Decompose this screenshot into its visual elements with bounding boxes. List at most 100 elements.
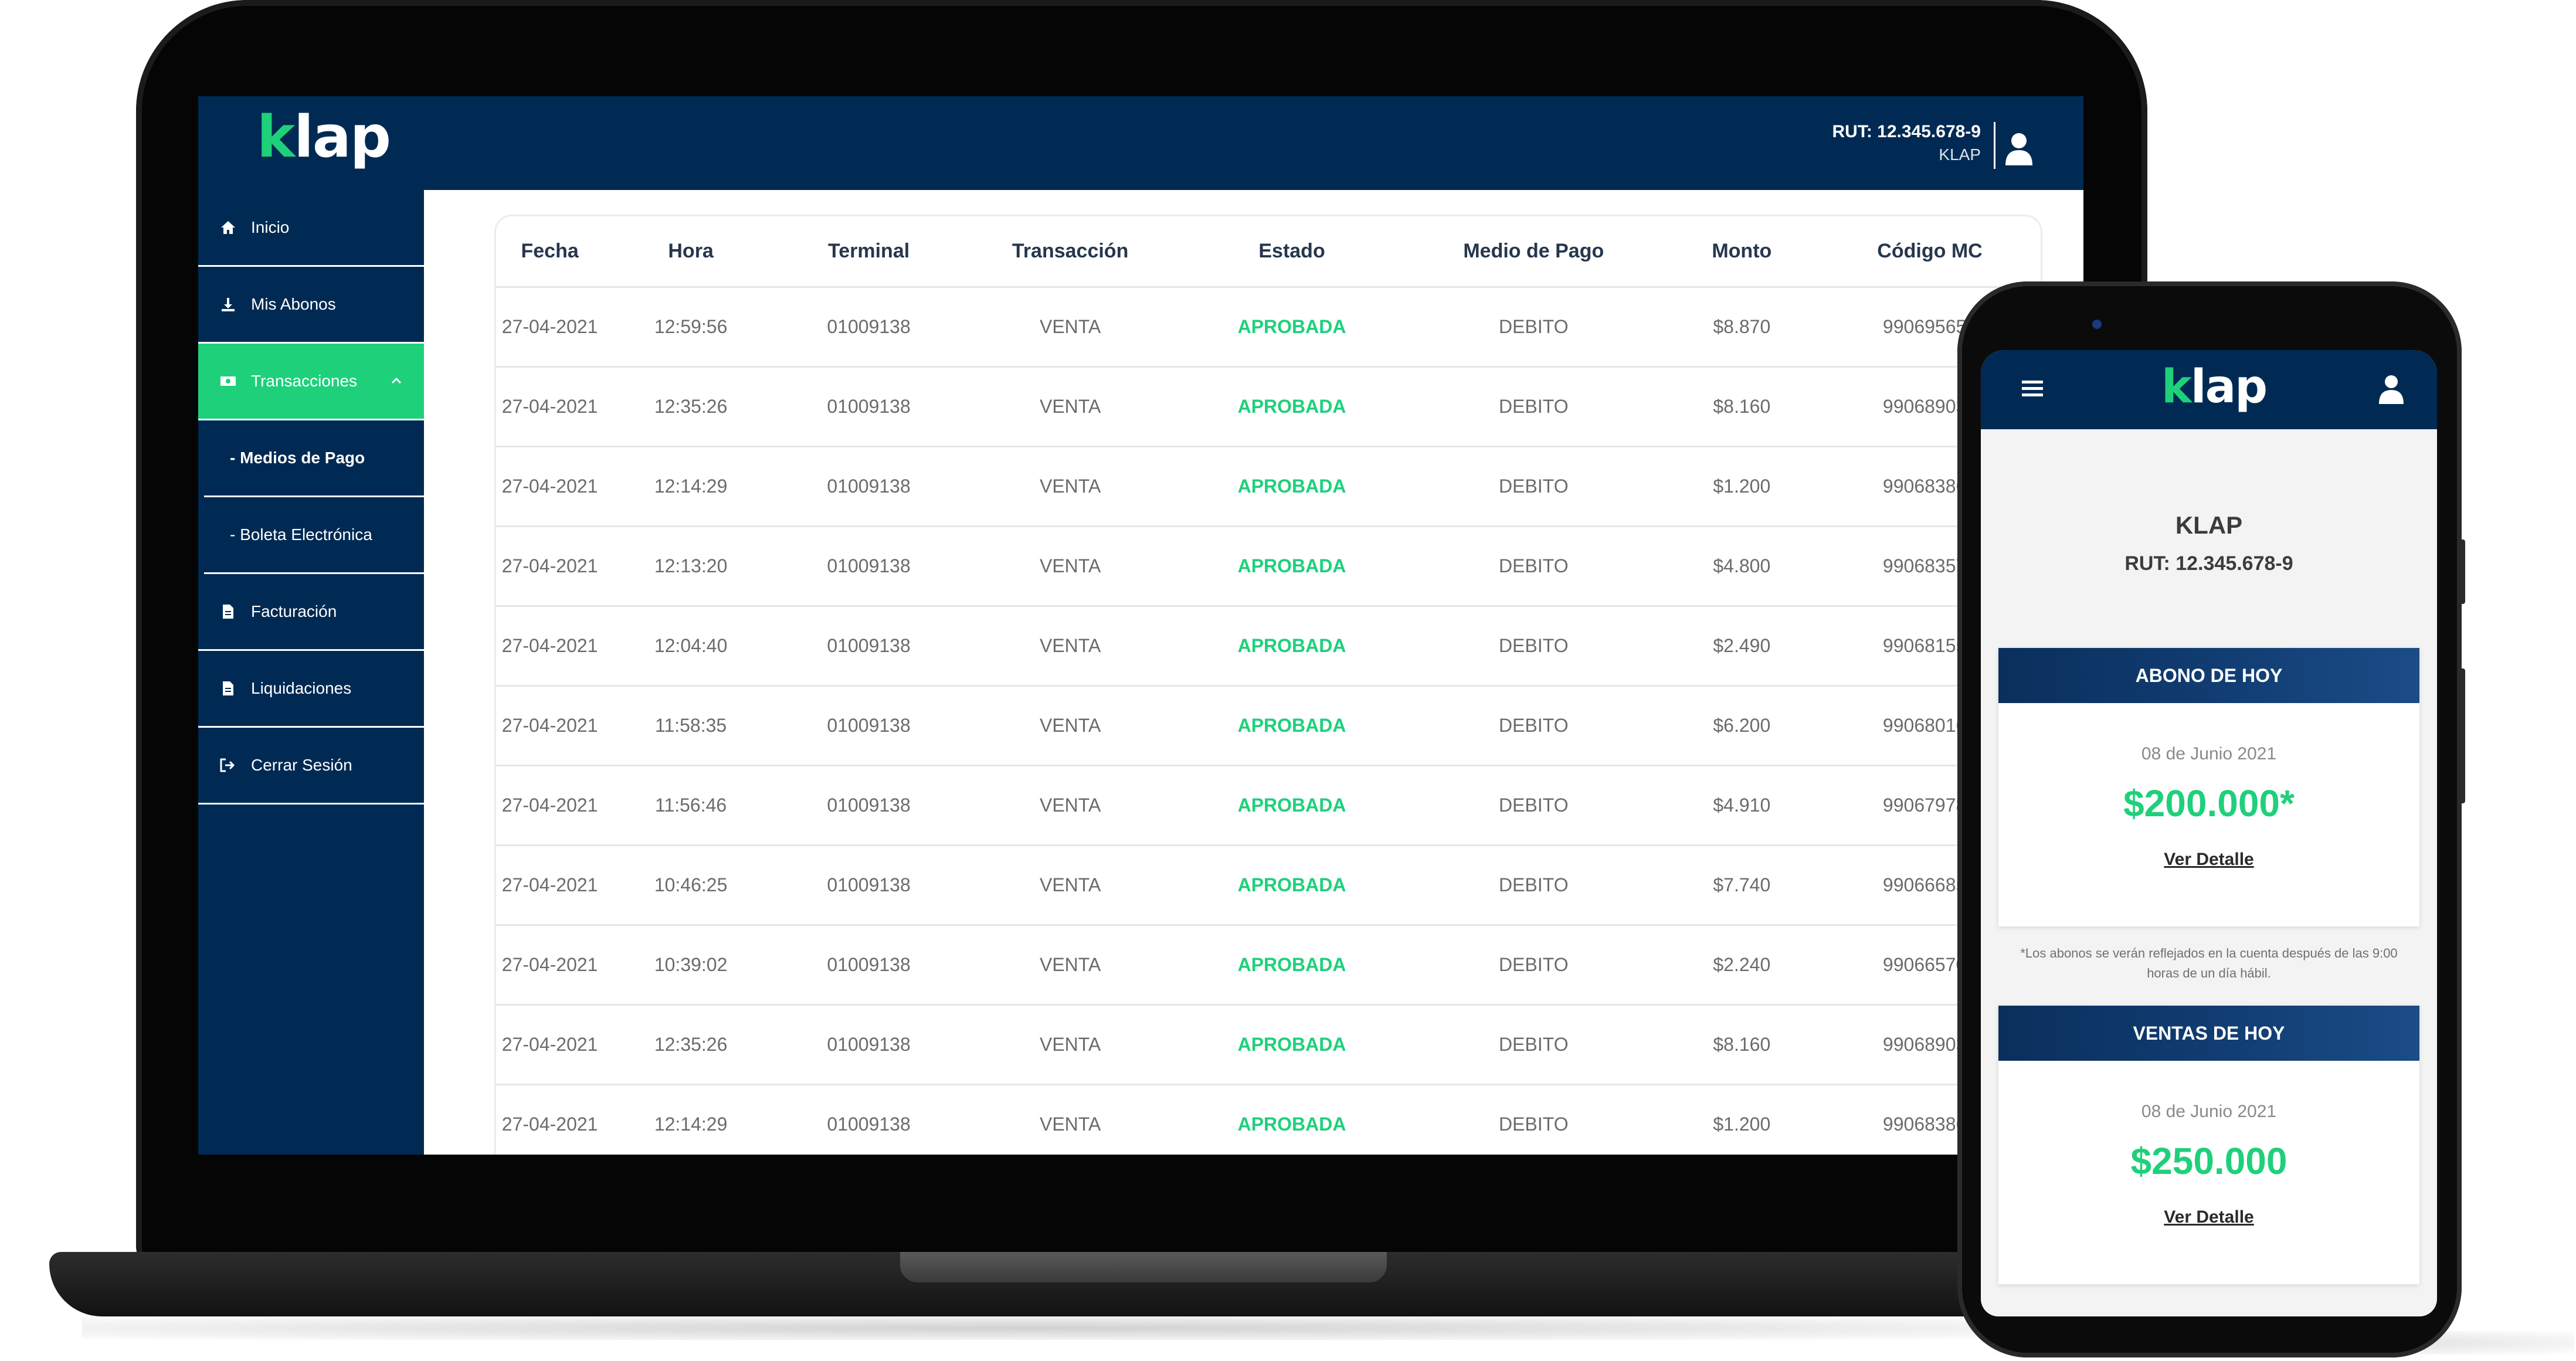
cell-estado: APROBADA <box>1181 1003 1403 1084</box>
table-row[interactable]: 27-04-2021 12:14:29 01009138 VENTA APROBADA D… <box>496 445 2041 526</box>
sidebar-item-label: - Boleta Electrónica <box>230 525 372 544</box>
cell-medio-de-pago: DEBITO <box>1403 924 1665 1004</box>
cell-estado: APROBADA <box>1181 445 1403 526</box>
sidebar-item-facturacion[interactable]: Facturación <box>198 574 424 651</box>
cell-fecha: 27-04-2021 <box>496 605 604 685</box>
cell-terminal: 01009138 <box>778 764 960 845</box>
table-row[interactable]: 27-04-2021 12:04:40 01009138 VENTA APROBADA D… <box>496 605 2041 685</box>
table-row[interactable]: 27-04-2021 12:13:20 01009138 VENTA APROBADA D… <box>496 525 2041 606</box>
cell-terminal: 01009138 <box>778 1003 960 1084</box>
table-row[interactable]: 27-04-2021 12:35:26 01009138 VENTA APROBADA D… <box>496 1003 2041 1084</box>
column-header-estado[interactable]: Estado <box>1181 216 1403 287</box>
chevron-up-icon[interactable] <box>390 374 403 387</box>
cell-transaccion: VENTA <box>959 844 1182 925</box>
sidebar-item-cerrar-sesion[interactable]: Cerrar Sesión <box>198 728 424 805</box>
sidebar-item-label: - Medios de Pago <box>230 449 365 467</box>
table-row[interactable]: 27-04-2021 12:14:29 01009138 VENTA APROBADA D… <box>496 1083 2041 1155</box>
card-title: VENTAS DE HOY <box>1998 1006 2419 1061</box>
card-amount: $200.000* <box>2123 782 2295 824</box>
cell-fecha: 27-04-2021 <box>496 1083 604 1155</box>
phone-volume-button <box>2458 668 2465 803</box>
cell-hora: 10:46:25 <box>603 844 778 925</box>
phone-camera <box>2092 320 2102 329</box>
laptop-shadow <box>82 1316 1988 1340</box>
column-header-medio-de-pago[interactable]: Medio de Pago <box>1403 216 1665 287</box>
column-header-fecha[interactable]: Fecha <box>496 216 603 287</box>
phone-side-button <box>2458 539 2465 604</box>
sidebar-item-boleta-electronica[interactable]: - Boleta Electrónica <box>204 497 424 574</box>
table-row[interactable]: 27-04-2021 12:35:26 01009138 VENTA APROBADA D… <box>496 365 2041 446</box>
account-name: KLAP <box>2175 511 2243 539</box>
cell-estado: APROBADA <box>1181 286 1403 366</box>
cell-terminal: 01009138 <box>778 684 960 765</box>
cell-estado: APROBADA <box>1181 844 1403 925</box>
cell-monto: $8.160 <box>1664 365 1820 446</box>
cell-terminal: 01009138 <box>778 525 960 606</box>
sidebar-item-medios-de-pago[interactable]: - Medios de Pago <box>204 420 424 497</box>
cell-estado: APROBADA <box>1181 605 1403 685</box>
cell-terminal: 01009138 <box>778 365 960 446</box>
ver-detalle-link[interactable]: Ver Detalle <box>1998 850 2419 870</box>
cell-transaccion: VENTA <box>959 684 1182 765</box>
cell-estado: APROBADA <box>1181 924 1403 1004</box>
card-title: ABONO DE HOY <box>1998 648 2419 703</box>
sidebar-item-mis-abonos[interactable]: Mis Abonos <box>198 267 424 344</box>
cell-terminal: 01009138 <box>778 445 960 526</box>
cell-monto: $1.200 <box>1664 1083 1820 1155</box>
klap-logo[interactable]: klap <box>2161 361 2268 413</box>
sidebar-item-inicio[interactable]: Inicio <box>198 190 424 267</box>
column-header-hora[interactable]: Hora <box>603 216 778 287</box>
cell-monto: $8.160 <box>1664 1003 1820 1084</box>
table-row[interactable]: 27-04-2021 10:46:25 01009138 VENTA APROBADA D… <box>496 844 2041 925</box>
cell-transaccion: VENTA <box>959 525 1182 606</box>
cell-hora: 11:56:46 <box>603 764 778 845</box>
phone-screen: klap KLAP RUT: 12.345.678-9 ABONO DE HOY… <box>1981 350 2437 1316</box>
column-header-terminal[interactable]: Terminal <box>778 216 959 287</box>
cell-medio-de-pago: DEBITO <box>1403 1003 1665 1084</box>
cell-fecha: 27-04-2021 <box>496 1003 604 1084</box>
table-row[interactable]: 27-04-2021 10:39:02 01009138 VENTA APROBADA D… <box>496 924 2041 1004</box>
document-icon <box>219 680 237 697</box>
cash-icon <box>219 372 237 390</box>
cell-transaccion: VENTA <box>959 365 1182 446</box>
document-icon <box>219 603 237 620</box>
cell-fecha: 27-04-2021 <box>496 365 604 446</box>
ver-detalle-link[interactable]: Ver Detalle <box>1998 1207 2419 1227</box>
table-row[interactable]: 27-04-2021 11:58:35 01009138 VENTA APROBADA D… <box>496 684 2041 765</box>
table-body: 27-04-2021 12:59:56 01009138 VENTA APROBADA D… <box>496 286 2041 1155</box>
cell-terminal: 01009138 <box>778 286 960 366</box>
cell-monto: $4.910 <box>1664 764 1820 845</box>
cell-transaccion: VENTA <box>959 445 1182 526</box>
card-amount: $250.000 <box>2130 1140 2287 1182</box>
cell-medio-de-pago: DEBITO <box>1403 525 1665 606</box>
table-row[interactable]: 27-04-2021 11:56:46 01009138 VENTA APROBADA D… <box>496 764 2041 845</box>
hamburger-menu-icon[interactable] <box>2022 379 2043 397</box>
column-header-codigo-mc[interactable]: Código MC <box>1819 216 2041 287</box>
cell-estado: APROBADA <box>1181 365 1403 446</box>
user-icon[interactable] <box>2378 375 2404 404</box>
sidebar-item-label: Cerrar Sesión <box>251 756 352 774</box>
table-row[interactable]: 27-04-2021 12:59:56 01009138 VENTA APROBADA D… <box>496 286 2041 366</box>
cell-transaccion: VENTA <box>959 764 1182 845</box>
klap-logo[interactable]: klap <box>257 108 391 167</box>
transactions-table: Fecha Hora Terminal Transacción Estado M… <box>496 216 2041 1155</box>
cell-monto: $2.490 <box>1664 605 1820 685</box>
sidebar-item-label: Inicio <box>251 218 290 236</box>
account-name: KLAP <box>1939 145 1981 164</box>
table-header-row: Fecha Hora Terminal Transacción Estado M… <box>496 216 2041 287</box>
cell-fecha: 27-04-2021 <box>496 525 604 606</box>
laptop-notch <box>900 1252 1387 1282</box>
user-icon[interactable] <box>2004 133 2034 165</box>
column-header-transaccion[interactable]: Transacción <box>959 216 1181 287</box>
sidebar-item-transacciones[interactable]: Transacciones <box>198 344 424 420</box>
column-header-monto[interactable]: Monto <box>1665 216 1819 287</box>
cell-hora: 12:14:29 <box>603 445 778 526</box>
abono-card: ABONO DE HOY 08 de Junio 2021 $200.000* … <box>1998 648 2419 926</box>
cell-medio-de-pago: DEBITO <box>1403 445 1665 526</box>
cell-hora: 12:59:56 <box>603 286 778 366</box>
card-date: 08 de Junio 2021 <box>2141 744 2277 763</box>
cell-hora: 11:58:35 <box>603 684 778 765</box>
sidebar-item-liquidaciones[interactable]: Liquidaciones <box>198 651 424 728</box>
cell-medio-de-pago: DEBITO <box>1403 764 1665 845</box>
cell-estado: APROBADA <box>1181 764 1403 845</box>
